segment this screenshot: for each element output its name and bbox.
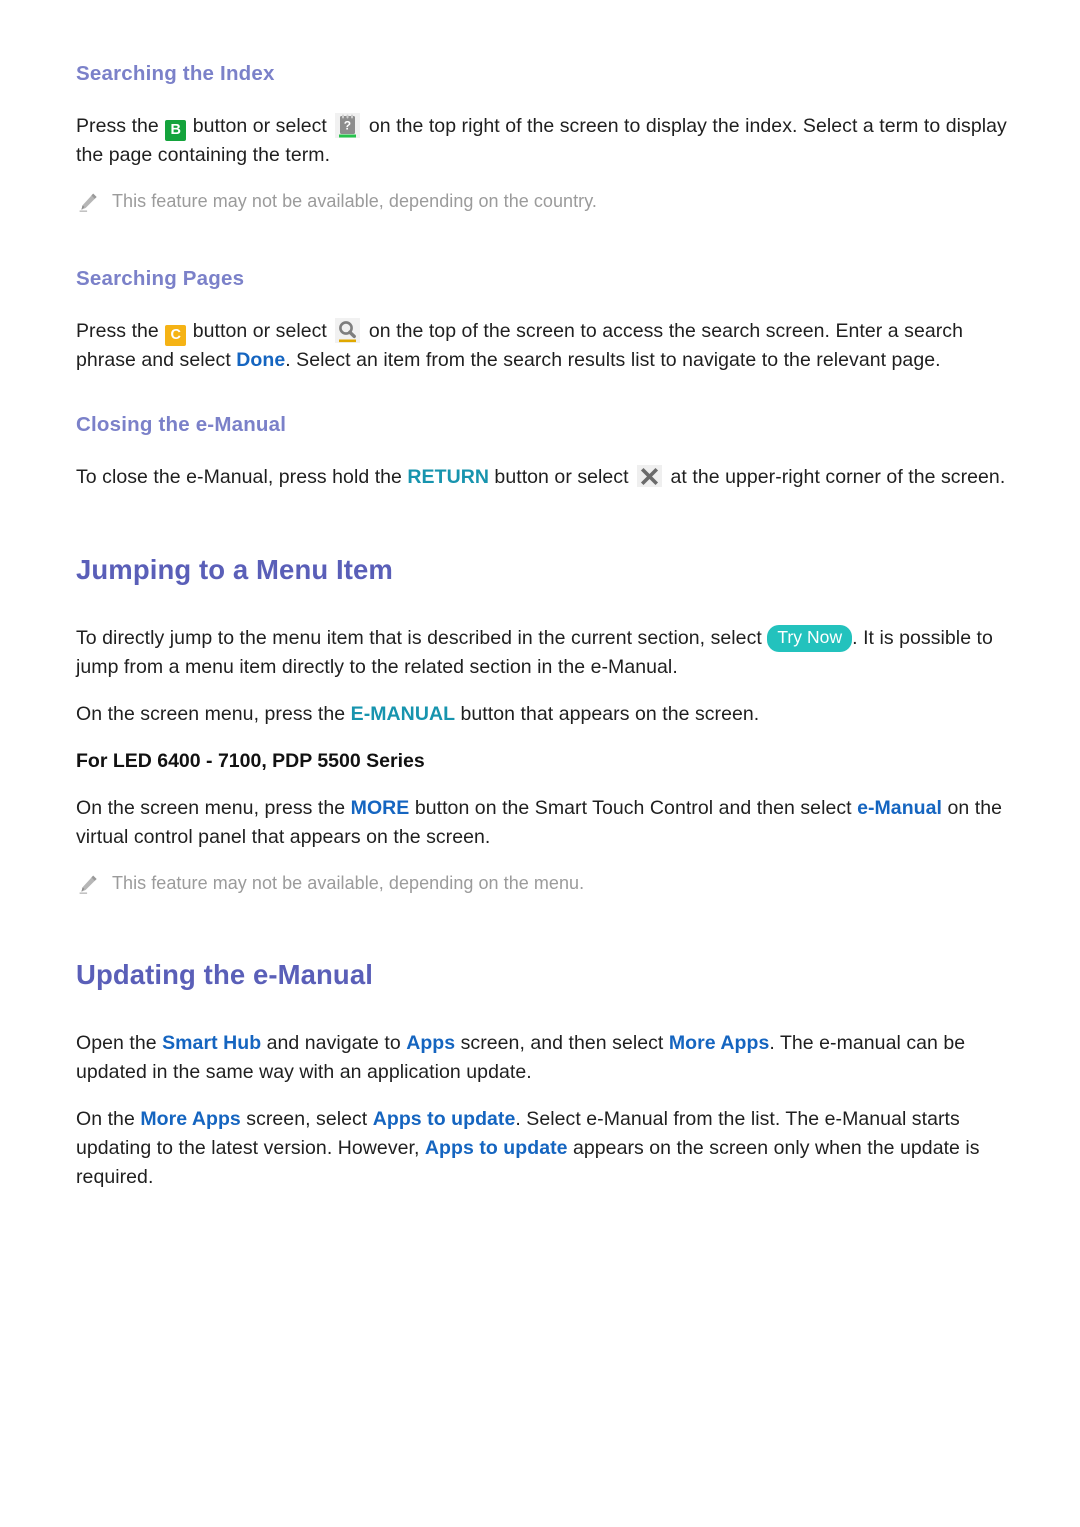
index-icon: ? xyxy=(334,112,361,139)
text-fragment: and navigate to xyxy=(261,1032,407,1054)
link-apps-to-update[interactable]: Apps to update xyxy=(373,1108,516,1130)
link-apps[interactable]: Apps xyxy=(406,1032,455,1054)
heading-jumping-to-a-menu-item: Jumping to a Menu Item xyxy=(76,554,393,585)
text-fragment: button or select xyxy=(187,320,333,342)
link-e-manual-button[interactable]: E-MANUAL xyxy=(351,703,455,725)
paragraph-updating-apps-to-update: On the More Apps screen, select Apps to … xyxy=(76,1105,1018,1192)
paragraph-jumping-emanual-button: On the screen menu, press the E-MANUAL b… xyxy=(76,700,1018,729)
document-page: Searching the Index Press the B button o… xyxy=(0,0,1080,1527)
link-more-apps[interactable]: More Apps xyxy=(669,1032,769,1054)
text-fragment: Press the xyxy=(76,320,165,342)
text-fragment: On the xyxy=(76,1108,141,1130)
text-fragment: Press the xyxy=(76,115,165,137)
paragraph-jumping-more-button: On the screen menu, press the MORE butto… xyxy=(76,794,1018,852)
note-country-availability: This feature may not be available, depen… xyxy=(76,188,1018,215)
text-fragment: button on the Smart Touch Control and th… xyxy=(409,797,858,819)
paragraph-jumping-intro: To directly jump to the menu item that i… xyxy=(76,624,1018,682)
svg-text:?: ? xyxy=(344,119,351,133)
text-fragment: On the screen menu, press the xyxy=(76,703,351,725)
close-icon xyxy=(636,463,663,490)
note-menu-availability: This feature may not be available, depen… xyxy=(76,870,1018,897)
key-c-badge: C xyxy=(165,325,187,346)
text-fragment: To directly jump to the menu item that i… xyxy=(76,627,768,649)
pencil-icon xyxy=(76,872,100,896)
link-smart-hub[interactable]: Smart Hub xyxy=(162,1032,261,1054)
heading-updating-the-emanual: Updating the e-Manual xyxy=(76,959,373,990)
pencil-icon xyxy=(76,190,100,214)
text-fragment: screen, and then select xyxy=(455,1032,669,1054)
try-now-badge[interactable]: Try Now xyxy=(767,625,853,652)
text-fragment: screen, select xyxy=(240,1108,373,1130)
paragraph-updating-open-smart-hub: Open the Smart Hub and navigate to Apps … xyxy=(76,1029,1018,1087)
text-fragment: . Select an item from the search results… xyxy=(285,349,941,371)
paragraph-searching-pages: Press the C button or select on the top … xyxy=(76,317,1018,375)
paragraph-searching-the-index: Press the B button or select ? on the to… xyxy=(76,112,1018,170)
text-fragment: button that appears on the screen. xyxy=(455,703,760,725)
text-fragment: button or select xyxy=(488,466,635,488)
text-fragment: button or select xyxy=(187,115,333,137)
search-icon xyxy=(334,317,361,344)
link-more-apps[interactable]: More Apps xyxy=(140,1108,240,1130)
link-apps-to-update-second[interactable]: Apps to update xyxy=(425,1137,568,1159)
text-fragment: To close the e-Manual, press hold the xyxy=(76,466,408,488)
heading-searching-the-index: Searching the Index xyxy=(76,62,275,85)
paragraph-closing-the-emanual: To close the e-Manual, press hold the RE… xyxy=(76,463,1018,492)
series-applicability-line: For LED 6400 - 7100, PDP 5500 Series xyxy=(76,750,425,772)
key-b-badge: B xyxy=(165,120,187,141)
link-more-button[interactable]: MORE xyxy=(351,797,410,819)
text-fragment: Open the xyxy=(76,1032,163,1054)
link-return[interactable]: RETURN xyxy=(407,466,489,488)
link-done[interactable]: Done xyxy=(236,349,285,371)
note-text: This feature may not be available, depen… xyxy=(112,873,585,893)
note-text: This feature may not be available, depen… xyxy=(112,191,597,211)
link-e-manual-panel[interactable]: e-Manual xyxy=(857,797,942,819)
heading-closing-the-emanual: Closing the e-Manual xyxy=(76,413,287,436)
heading-searching-pages: Searching Pages xyxy=(76,267,245,290)
text-fragment: On the screen menu, press the xyxy=(76,797,351,819)
text-fragment: at the upper-right corner of the screen. xyxy=(665,466,1006,488)
